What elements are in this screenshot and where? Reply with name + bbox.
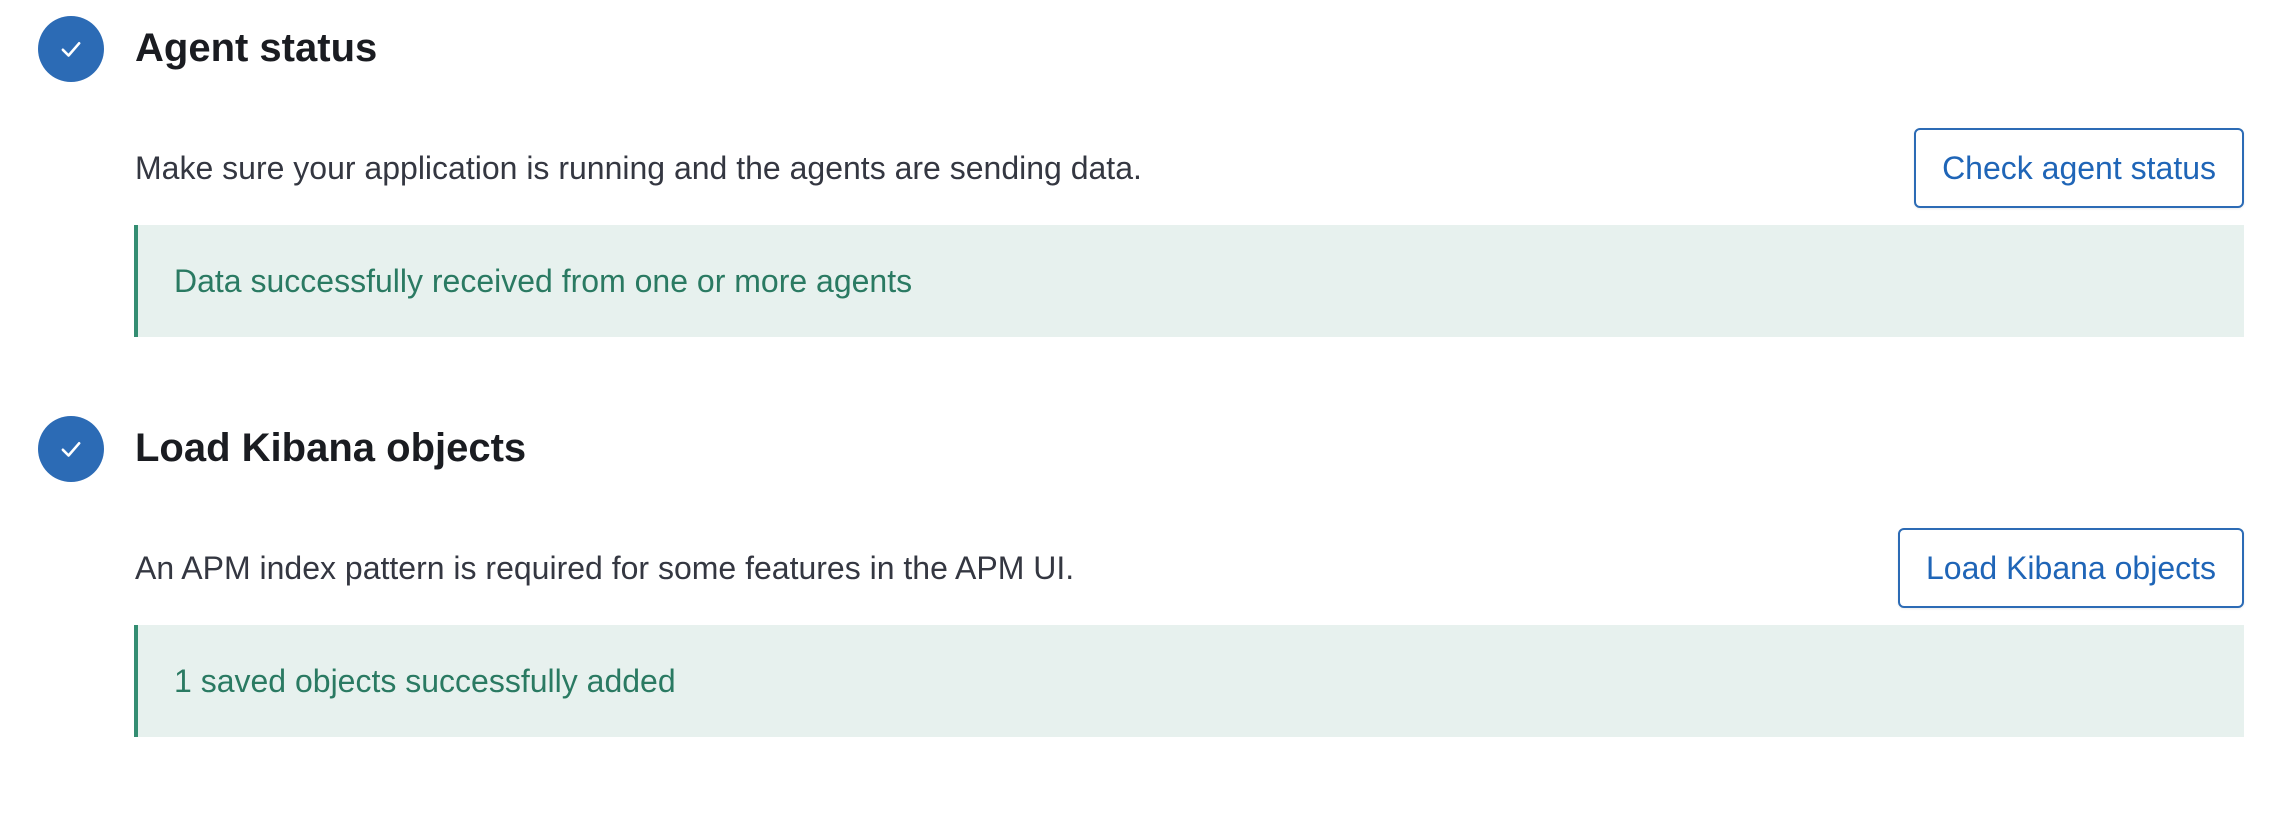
success-callout: 1 saved objects successfully added [134,625,2244,737]
check-icon [61,442,81,457]
success-callout-text: Data successfully received from one or m… [174,263,913,299]
step-description: An APM index pattern is required for som… [135,550,1075,586]
load-kibana-objects-button[interactable]: Load Kibana objects [1898,528,2244,608]
success-callout: Data successfully received from one or m… [134,225,2244,337]
success-callout-text: 1 saved objects successfully added [174,663,676,699]
step-complete-badge [38,416,104,482]
step-title: Load Kibana objects [135,426,527,470]
step-description: Make sure your application is running an… [135,150,1142,186]
step-complete-badge [38,16,104,82]
check-icon [61,42,81,57]
check-agent-status-button[interactable]: Check agent status [1914,128,2244,208]
step-title: Agent status [135,26,378,70]
